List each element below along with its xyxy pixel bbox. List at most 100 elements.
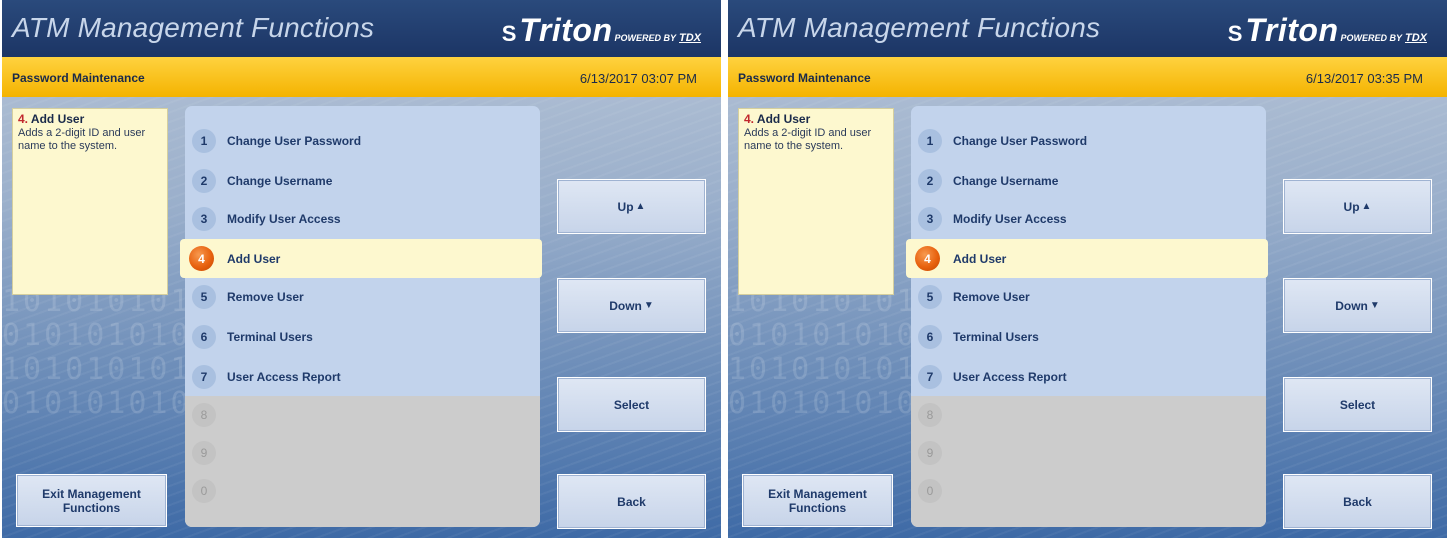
brand-mark: S	[501, 21, 517, 46]
menu-number: 5	[192, 285, 216, 309]
menu-label: Terminal Users	[953, 330, 1039, 344]
brand-name: Triton	[519, 12, 613, 48]
select-button[interactable]: Select	[557, 377, 706, 432]
menu-number: 0	[192, 479, 216, 503]
menu-label: Add User	[953, 252, 1007, 266]
menu-label: User Access Report	[227, 370, 341, 384]
datetime: 6/13/2017 03:35 PM	[1305, 71, 1423, 86]
menu-number: 8	[192, 403, 216, 427]
help-heading: 4. Add User	[744, 112, 888, 126]
menu-item-change-username[interactable]: 2 Change Username	[185, 162, 540, 200]
menu-item-change-user-password[interactable]: 1 Change User Password	[911, 122, 1266, 160]
menu-number: 7	[192, 365, 216, 389]
menu-panel: 1 Change User Password 2 Change Username…	[911, 106, 1266, 527]
exit-button-label: Exit Management Functions	[768, 486, 867, 515]
help-title: Add User	[756, 112, 811, 126]
section-title: Password Maintenance	[738, 71, 871, 85]
menu-number: 1	[918, 129, 942, 153]
menu-item-modify-user-access[interactable]: 3 Modify User Access	[911, 200, 1266, 238]
triton-logo: S Triton POWERED BY TDX	[1228, 12, 1427, 49]
up-button[interactable]: Up ▲	[557, 179, 706, 234]
back-button[interactable]: Back	[1283, 474, 1432, 529]
menu-item-change-username[interactable]: 2 Change Username	[911, 162, 1266, 200]
help-text: Adds a 2-digit ID and user name to the s…	[744, 127, 872, 152]
menu-item-add-user[interactable]: 4 Add User	[906, 239, 1268, 278]
menu-number: 9	[918, 441, 942, 465]
brand-sub: POWERED BY	[1340, 33, 1402, 43]
menu-label: User Access Report	[953, 370, 1067, 384]
menu-label: Change Username	[953, 174, 1059, 188]
help-box: 4. Add User Adds a 2-digit ID and user n…	[12, 108, 168, 295]
menu-item-change-user-password[interactable]: 1 Change User Password	[185, 122, 540, 160]
triangle-up-icon: ▲	[635, 200, 646, 212]
menu-number: 6	[918, 325, 942, 349]
menu-number: 6	[192, 325, 216, 349]
brand-mark: S	[1227, 21, 1243, 46]
atm-screen-left: ATM Management Functions S Triton POWERE…	[2, 0, 721, 538]
brand-sub2: TDX	[1405, 32, 1427, 44]
down-button[interactable]: Down ▼	[557, 278, 706, 333]
exit-management-button[interactable]: Exit Management Functions	[742, 474, 893, 527]
menu-item-terminal-users[interactable]: 6 Terminal Users	[911, 318, 1266, 356]
menu-label: Terminal Users	[227, 330, 313, 344]
back-button-label: Back	[617, 494, 646, 509]
menu-number: 9	[192, 441, 216, 465]
binary-watermark: 1010101010 010101010101 10101010101 0101…	[2, 285, 192, 421]
exit-management-button[interactable]: Exit Management Functions	[16, 474, 167, 527]
section-bar: Password Maintenance 6/13/2017 03:35 PM	[728, 57, 1447, 97]
menu-item-0: 0	[911, 472, 1266, 510]
datetime: 6/13/2017 03:07 PM	[579, 71, 697, 86]
menu-item-user-access-report[interactable]: 7 User Access Report	[911, 358, 1266, 396]
exit-button-label: Exit Management Functions	[42, 486, 141, 515]
help-heading: 4. Add User	[18, 112, 162, 126]
up-button-label: Up	[617, 199, 634, 214]
menu-number: 8	[918, 403, 942, 427]
menu-label: Remove User	[227, 290, 304, 304]
triangle-up-icon: ▲	[1361, 200, 1372, 212]
up-button[interactable]: Up ▲	[1283, 179, 1432, 234]
select-button-label: Select	[1339, 397, 1376, 412]
help-title: Add User	[30, 112, 85, 126]
down-button-label: Down	[609, 298, 642, 313]
menu-item-0: 0	[185, 472, 540, 510]
title-bar: ATM Management Functions S Triton POWERE…	[728, 0, 1447, 57]
app-title: ATM Management Functions	[12, 12, 375, 43]
menu-number: 2	[918, 169, 942, 193]
help-text: Adds a 2-digit ID and user name to the s…	[18, 127, 146, 152]
menu-label: Add User	[227, 252, 281, 266]
brand-sub: POWERED BY	[614, 33, 676, 43]
menu-number: 5	[918, 285, 942, 309]
menu-item-remove-user[interactable]: 5 Remove User	[185, 278, 540, 316]
menu-number-selected: 4	[915, 246, 940, 271]
menu-number: 3	[918, 207, 942, 231]
back-button[interactable]: Back	[557, 474, 706, 529]
menu-item-modify-user-access[interactable]: 3 Modify User Access	[185, 200, 540, 238]
menu-number: 0	[918, 479, 942, 503]
help-number: 4.	[744, 112, 755, 126]
menu-item-terminal-users[interactable]: 6 Terminal Users	[185, 318, 540, 356]
menu-number-selected: 4	[189, 246, 214, 271]
app-title: ATM Management Functions	[738, 12, 1101, 43]
menu-number: 2	[192, 169, 216, 193]
help-box: 4. Add User Adds a 2-digit ID and user n…	[738, 108, 894, 295]
triangle-down-icon: ▼	[643, 299, 654, 311]
brand-sub2: TDX	[679, 32, 701, 44]
menu-label: Modify User Access	[953, 212, 1067, 226]
menu-item-9: 9	[185, 434, 540, 472]
section-title: Password Maintenance	[12, 71, 145, 85]
menu-item-remove-user[interactable]: 5 Remove User	[911, 278, 1266, 316]
triangle-down-icon: ▼	[1369, 299, 1380, 311]
up-button-label: Up	[1343, 199, 1360, 214]
binary-watermark: 1010101010 010101010101 10101010101 0101…	[728, 285, 918, 421]
menu-label: Change Username	[227, 174, 333, 188]
triton-logo: S Triton POWERED BY TDX	[502, 12, 701, 49]
down-button[interactable]: Down ▼	[1283, 278, 1432, 333]
select-button[interactable]: Select	[1283, 377, 1432, 432]
atm-screen-right: ATM Management Functions S Triton POWERE…	[728, 0, 1447, 538]
menu-number: 7	[918, 365, 942, 389]
select-button-label: Select	[613, 397, 650, 412]
menu-number: 3	[192, 207, 216, 231]
menu-item-8: 8	[185, 396, 540, 434]
menu-item-add-user[interactable]: 4 Add User	[180, 239, 542, 278]
menu-item-user-access-report[interactable]: 7 User Access Report	[185, 358, 540, 396]
